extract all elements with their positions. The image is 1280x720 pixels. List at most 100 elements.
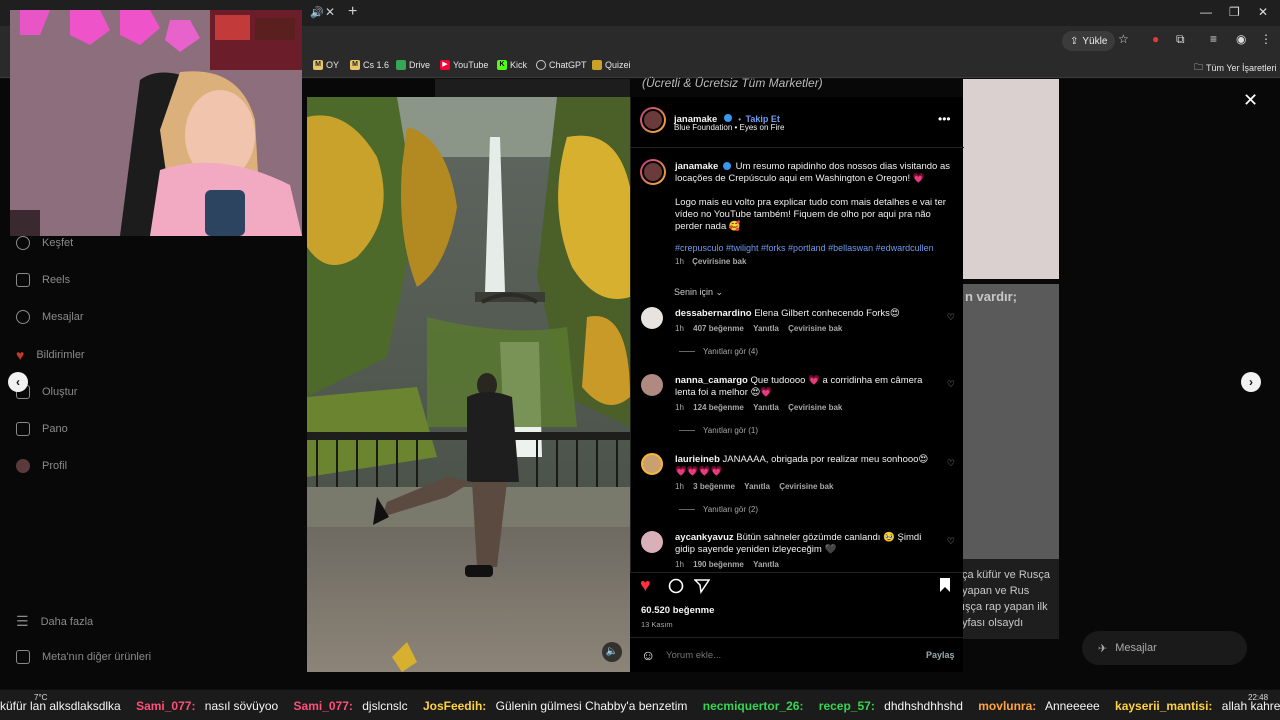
chat-message: Sami_077: djslcnslc — [293, 699, 408, 713]
bookmark-chatgpt[interactable]: ChatGPT — [536, 60, 587, 70]
bookmark-youtube[interactable]: ▶ YouTube — [440, 60, 488, 70]
commenter-username[interactable]: aycankyavuz — [675, 532, 734, 543]
comment-bubble-icon[interactable] — [668, 578, 684, 594]
messages-pill[interactable]: ✈ Mesajlar — [1082, 631, 1247, 665]
next-post-button[interactable]: › — [1241, 372, 1261, 392]
post-media-video[interactable]: 🔈 — [307, 97, 630, 672]
kick-icon: K — [497, 60, 507, 70]
view-replies-link[interactable]: Yanıtları gör (2) — [679, 505, 758, 514]
comment-like-icon[interactable]: ♡ — [947, 458, 955, 469]
screen: { "browser": { "upload_label": "Yükle", … — [0, 0, 1280, 720]
reply-link[interactable]: Yanıtla — [744, 482, 770, 491]
compass-icon — [16, 236, 30, 250]
sidebar-meta-products[interactable]: Meta'nın diğer ürünleri — [16, 650, 151, 664]
commenter-username[interactable]: nanna_camargo — [675, 375, 748, 386]
view-replies-link[interactable]: Yanıtları gör (1) — [679, 426, 758, 435]
caption-author-avatar[interactable] — [640, 159, 666, 185]
divider — [630, 637, 963, 638]
translate-link[interactable]: Çevirisine bak — [788, 324, 842, 333]
mute-toggle-icon[interactable]: 🔈 — [602, 642, 622, 662]
chat-message: necmiquertor_26: — [702, 699, 804, 713]
view-replies-link[interactable]: Yanıtları gör (4) — [679, 347, 758, 356]
stream-chat-ticker: küfür lan alksdlaksdlka Sami_077: nasıl … — [0, 699, 1280, 716]
profile-avatar-icon[interactable]: ◉ — [1236, 32, 1246, 46]
like-heart-icon[interactable]: ♥ — [640, 575, 651, 596]
translate-link[interactable]: Çevirisine bak — [788, 403, 842, 412]
commenter-avatar[interactable] — [641, 453, 663, 475]
comment-input[interactable] — [666, 647, 896, 663]
folder-icon: 🗀 — [1194, 62, 1204, 72]
reply-link[interactable]: Yanıtla — [753, 560, 779, 569]
comment-meta: 1h 407 beğenme Yanıtla Çevirisine bak — [675, 324, 843, 333]
menu-kebab-icon[interactable]: ⋮ — [1260, 32, 1272, 46]
window-close-icon[interactable]: ✕ — [1258, 5, 1268, 19]
commenter-username[interactable]: laurieineb — [675, 454, 720, 465]
upload-button[interactable]: ⇪ Yükle — [1062, 31, 1116, 51]
bg-tile-right-top — [963, 79, 1059, 279]
sidebar-more[interactable]: ☰ Daha fazla — [16, 613, 93, 630]
commenter-avatar[interactable] — [641, 374, 663, 396]
sidebar-item-explore[interactable]: Keşfet — [16, 236, 73, 250]
bookmark-save-icon[interactable] — [939, 577, 951, 593]
emoji-picker-icon[interactable]: ☺ — [641, 647, 655, 663]
bookmark-quizei[interactable]: Quizei — [592, 60, 631, 70]
commenter-username[interactable]: dessabernardino — [675, 308, 752, 319]
caption-hashtags[interactable]: #crepusculo #twilight #forks #portland #… — [675, 243, 955, 253]
reply-link[interactable]: Yanıtla — [753, 324, 779, 333]
comment-filter-dropdown[interactable]: Senin için ⌄ — [674, 287, 723, 298]
sidebar-item-dashboard[interactable]: Pano — [16, 422, 68, 436]
commenter-avatar[interactable] — [641, 307, 663, 329]
post-actions: ♥ 60.520 beğenme 13 Kasım ☺ Paylaş — [630, 572, 963, 672]
audio-track[interactable]: Blue Foundation • Eyes on Fire — [674, 123, 784, 132]
extensions-icon[interactable]: ⧉ — [1176, 32, 1185, 47]
sidebar-item-messages[interactable]: Mesajlar — [16, 310, 84, 324]
star-icon[interactable]: ☆ — [1118, 32, 1129, 46]
messenger-icon — [16, 310, 30, 324]
author-avatar[interactable] — [640, 107, 666, 133]
sidebar-item-reels[interactable]: Reels — [16, 273, 70, 287]
bookmark-cs16[interactable]: M Cs 1.6 — [350, 60, 389, 70]
chatgpt-icon — [536, 60, 546, 70]
share-send-icon[interactable] — [694, 578, 710, 594]
new-tab-icon[interactable]: + — [348, 3, 357, 21]
comment-text: Elena Gilbert conhecendo Forks😍 — [754, 308, 900, 319]
comment-like-icon[interactable]: ♡ — [947, 536, 955, 547]
previous-post-button[interactable]: ‹ — [8, 372, 28, 392]
waterfall-photo — [307, 97, 630, 672]
chat-message: movlunra: Anneeeee — [978, 699, 1100, 713]
streamer-webcam — [10, 10, 302, 236]
tab-audio-icon[interactable]: 🔊 — [310, 6, 324, 19]
extension-opera-icon[interactable]: ● — [1152, 32, 1159, 46]
comment-like-icon[interactable]: ♡ — [947, 312, 955, 323]
commenter-avatar[interactable] — [641, 531, 663, 553]
mail-icon: M — [350, 60, 360, 70]
comment-meta: 1h 190 beğenme Yanıtla — [675, 560, 779, 569]
bg-tile-cat — [963, 284, 1059, 559]
minimize-icon[interactable]: — — [1200, 5, 1212, 19]
all-bookmarks-folder[interactable]: 🗀 Tüm Yer İşaretleri — [1194, 60, 1277, 76]
comment-meta: 1h 3 beğenme Yanıtla Çevirisine bak — [675, 482, 834, 491]
post-comment-button[interactable]: Paylaş — [926, 650, 955, 660]
close-modal-icon[interactable]: ✕ — [1243, 90, 1258, 111]
sidebar-item-profile[interactable]: Profil — [16, 459, 67, 473]
tab-close-icon[interactable]: ✕ — [325, 5, 335, 19]
translate-link[interactable]: Çevirisine bak — [779, 482, 833, 491]
reply-link[interactable]: Yanıtla — [753, 403, 779, 412]
caption-username[interactable]: janamake — [675, 161, 718, 172]
likes-count[interactable]: 60.520 beğenme — [641, 605, 714, 616]
reading-list-icon[interactable]: ≡ — [1210, 32, 1217, 46]
chat-message: Sami_077: nasıl sövüyoo — [136, 699, 279, 713]
caption-translate-link[interactable]: Çevirisine bak — [692, 257, 746, 266]
restore-icon[interactable]: ❐ — [1229, 5, 1240, 19]
comment-item: aycankyavuz Bütün sahneler gözümde canla… — [631, 531, 964, 569]
chat-message: küfür lan alksdlaksdlka — [0, 699, 121, 713]
sidebar-item-notifications[interactable]: ♥ Bildirimler — [16, 347, 85, 363]
bookmark-kick[interactable]: K Kick — [497, 60, 527, 70]
caption-text-2: Logo mais eu volto pra explicar tudo com… — [675, 197, 946, 232]
comment-like-icon[interactable]: ♡ — [947, 379, 955, 390]
verified-badge-icon — [723, 113, 732, 122]
chart-icon — [16, 422, 30, 436]
more-options-icon[interactable]: ••• — [938, 112, 951, 126]
bookmark-oy[interactable]: M OY — [313, 60, 339, 70]
bookmark-drive[interactable]: Drive — [396, 60, 430, 70]
